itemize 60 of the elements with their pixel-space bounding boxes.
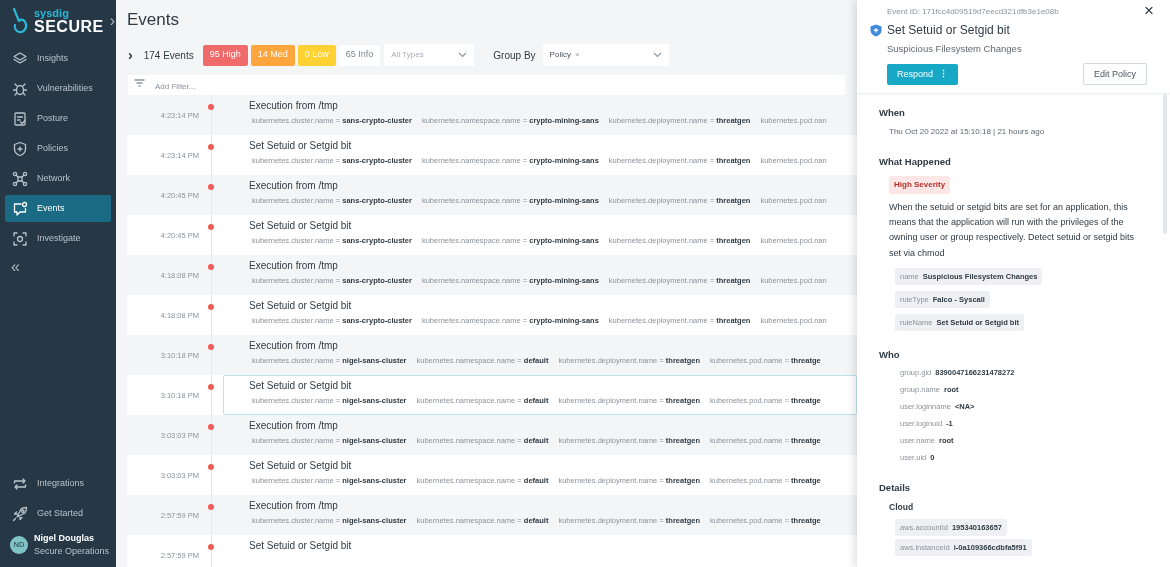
- collapse-button[interactable]: «: [0, 259, 20, 275]
- event-title: Set Setuid or Setgid bit: [887, 22, 1010, 39]
- expand-button[interactable]: ›: [128, 48, 133, 63]
- nav-item[interactable]: Insights: [5, 45, 111, 72]
- chevron-down-icon: [652, 52, 662, 59]
- event-title: Execution from /tmp: [249, 419, 339, 433]
- close-button[interactable]: ×: [1144, 2, 1154, 19]
- nav-item[interactable]: Integrations: [5, 470, 111, 497]
- chevron-down-icon: [458, 52, 468, 59]
- product-name: SECURE: [34, 18, 104, 35]
- group-by-dropdown[interactable]: Policy ×: [542, 44, 669, 67]
- nav-item[interactable]: Events: [5, 195, 111, 222]
- nav-item[interactable]: Policies: [5, 135, 111, 162]
- rule-description: When the setuid or setgid bits are set for an application, this means that the application will run with the privileges of the owning user or group respectively. Detect setuid or setgid bits set via chmod: [888, 200, 1135, 260]
- filter-icon: [134, 79, 145, 87]
- event-id: Event ID: 171fcc4d09519d7eecd321dfb3e1e08b: [887, 6, 1060, 18]
- group-by-value: Policy: [549, 49, 571, 62]
- event-title: Set Setuid or Setgid bit: [249, 539, 353, 553]
- section-heading: Who: [879, 347, 901, 362]
- network-icon: [12, 170, 28, 187]
- section-heading: Details: [879, 481, 912, 496]
- event-title: Execution from /tmp: [249, 259, 339, 273]
- event-title: Set Setuid or Setgid bit: [249, 219, 353, 233]
- nav-item[interactable]: Network: [5, 165, 111, 192]
- subsection-heading: Cloud: [888, 501, 915, 515]
- section-heading: What Happened: [879, 154, 952, 169]
- edit-policy-button[interactable]: Edit Policy: [1083, 63, 1147, 86]
- section-heading: When: [879, 106, 906, 121]
- group-by-label: Group By: [493, 48, 536, 63]
- nav-item[interactable]: Get Started: [5, 500, 111, 527]
- nav-item[interactable]: Posture: [5, 105, 111, 132]
- event-timestamp: Thu Oct 20 2022 at 15:10:18 | 21 hours ago: [888, 125, 1046, 138]
- event-title: Set Setuid or Setgid bit: [249, 139, 353, 153]
- message-icon: [12, 200, 28, 217]
- shield-icon: [870, 23, 882, 37]
- event-title: Execution from /tmp: [249, 499, 339, 513]
- severity-filter[interactable]: 65 Info: [338, 44, 381, 66]
- shield-icon: [12, 140, 28, 157]
- event-row[interactable]: Set Setuid or Setgid bit: [223, 535, 857, 567]
- target-icon: [12, 230, 28, 247]
- hand-logo-icon: [10, 7, 28, 35]
- event-title: Execution from /tmp: [249, 99, 339, 113]
- user-name: Nigel Douglas: [34, 532, 95, 545]
- event-title: Set Setuid or Setgid bit: [249, 299, 353, 313]
- document-icon: [12, 110, 28, 127]
- event-title: Execution from /tmp: [249, 339, 339, 353]
- event-subtitle: Suspicious Filesystem Changes: [887, 42, 1023, 56]
- nav-item[interactable]: Investigate: [5, 225, 111, 252]
- event-count: 174 Events: [143, 48, 194, 63]
- event-title: Set Setuid or Setgid bit: [249, 379, 353, 393]
- event-title: Execution from /tmp: [249, 179, 339, 193]
- rocket-icon: [12, 505, 28, 522]
- filter-field[interactable]: Add Filter...: [128, 75, 845, 98]
- user-role: Secure Operations: [34, 545, 110, 558]
- brand-name: sysdig: [34, 7, 70, 19]
- event-title: Set Setuid or Setgid bit: [249, 459, 353, 473]
- nav-item[interactable]: Vulnerabilities: [5, 75, 111, 102]
- severity-badge: High Severity: [889, 175, 951, 194]
- page-title: Events: [126, 9, 180, 31]
- expand-button[interactable]: ›: [109, 13, 115, 29]
